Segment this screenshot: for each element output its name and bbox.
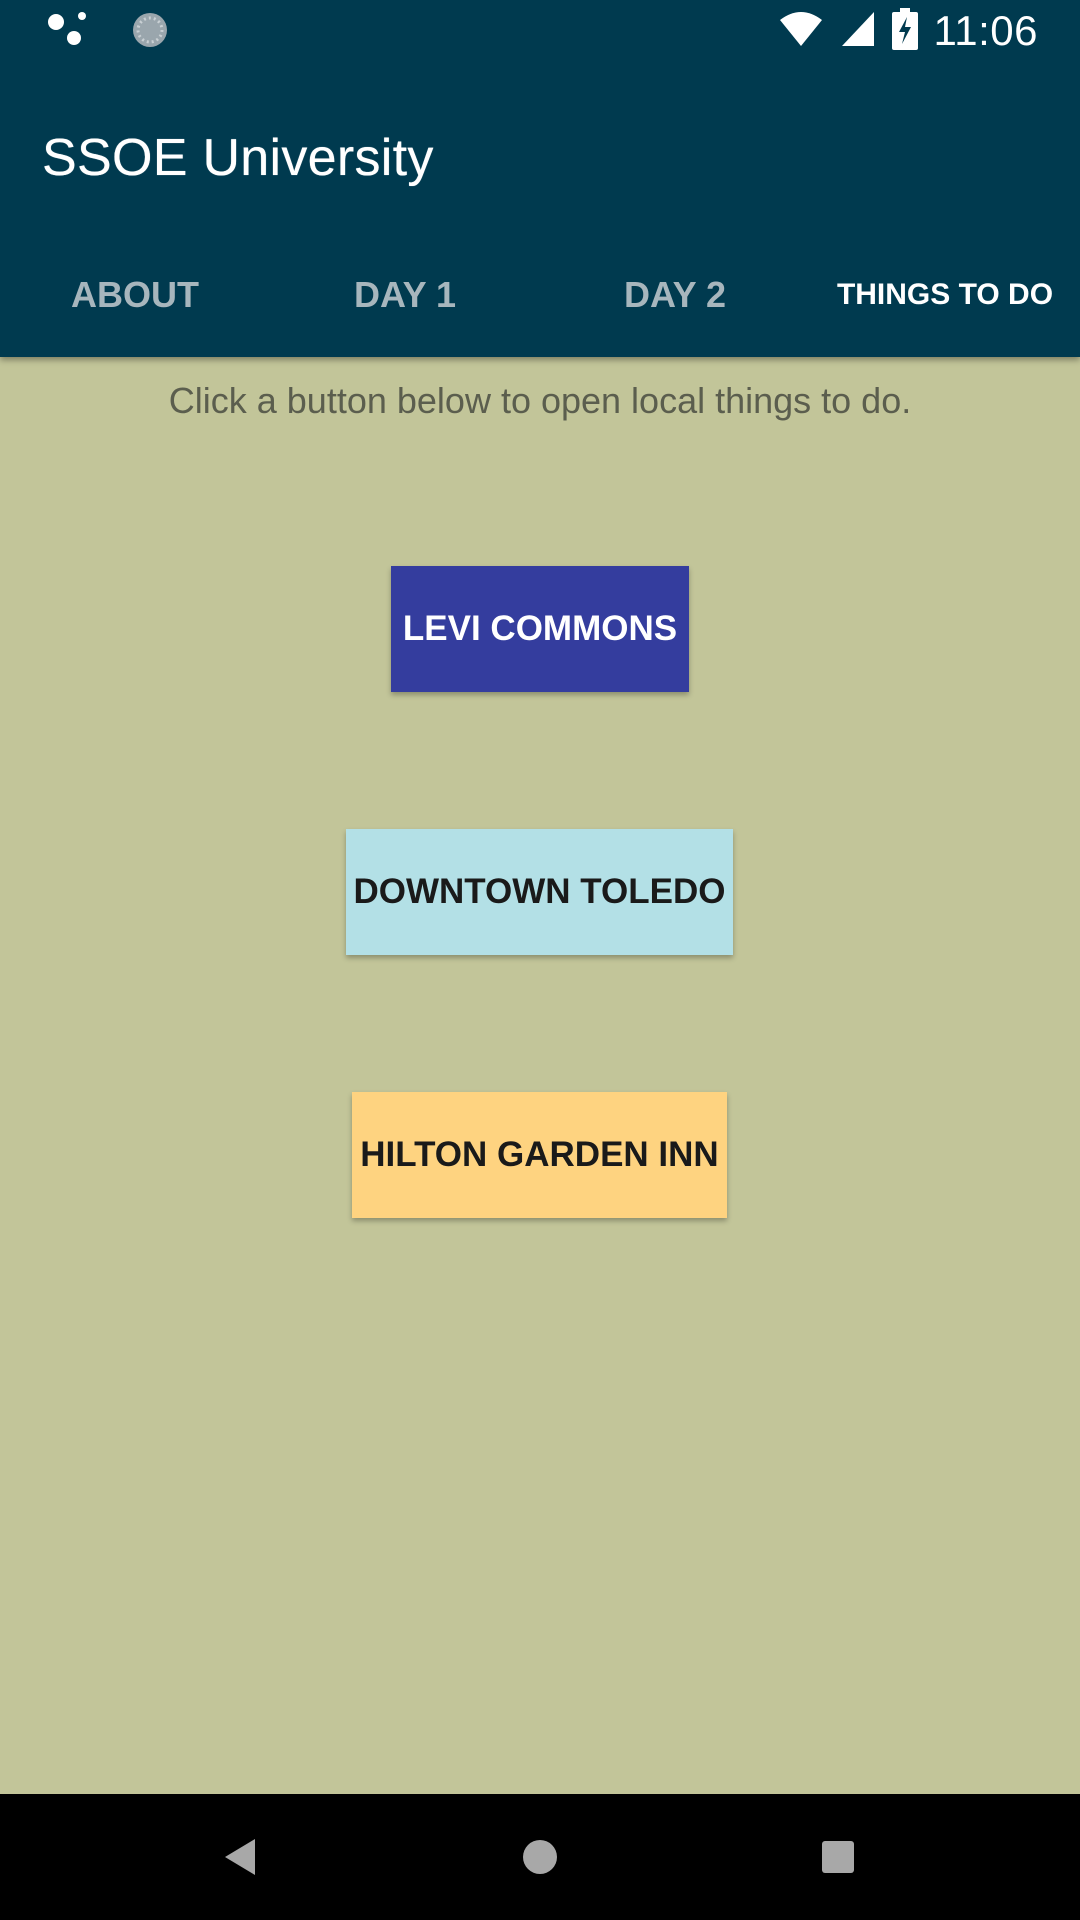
home-icon[interactable] (505, 1822, 575, 1892)
recents-icon[interactable] (803, 1822, 873, 1892)
downtown-toledo-button[interactable]: DOWNTOWN TOLEDO (346, 829, 733, 955)
battery-charging-icon (891, 7, 918, 55)
navigation-bar (0, 1794, 1080, 1920)
app-bar: 11:06 SSOE University ABOUT DAY 1 DAY 2 … (0, 0, 1080, 357)
tab-about[interactable]: ABOUT (0, 232, 270, 357)
status-left-icons (46, 10, 170, 55)
cell-signal-icon (840, 10, 876, 53)
tab-things-to-do[interactable]: THINGS TO DO (810, 232, 1080, 357)
status-bar: 11:06 (0, 0, 1080, 63)
app-title: SSOE University (42, 129, 434, 187)
back-icon[interactable] (206, 1822, 276, 1892)
tab-day-2[interactable]: DAY 2 (540, 232, 810, 357)
instruction-text: Click a button below to open local thing… (168, 380, 912, 421)
assistant-dots-icon (46, 10, 90, 55)
status-time: 11:06 (933, 7, 1038, 54)
loading-spinner-icon (130, 10, 170, 55)
tab-day-1[interactable]: DAY 1 (270, 232, 540, 357)
levi-commons-button[interactable]: LEVI COMMONS (391, 566, 689, 692)
wifi-icon (778, 10, 824, 53)
hilton-garden-inn-button[interactable]: HILTON GARDEN INN (352, 1092, 727, 1218)
tab-bar: ABOUT DAY 1 DAY 2 THINGS TO DO (0, 232, 1080, 357)
status-right-icons: 11:06 (778, 6, 1039, 56)
